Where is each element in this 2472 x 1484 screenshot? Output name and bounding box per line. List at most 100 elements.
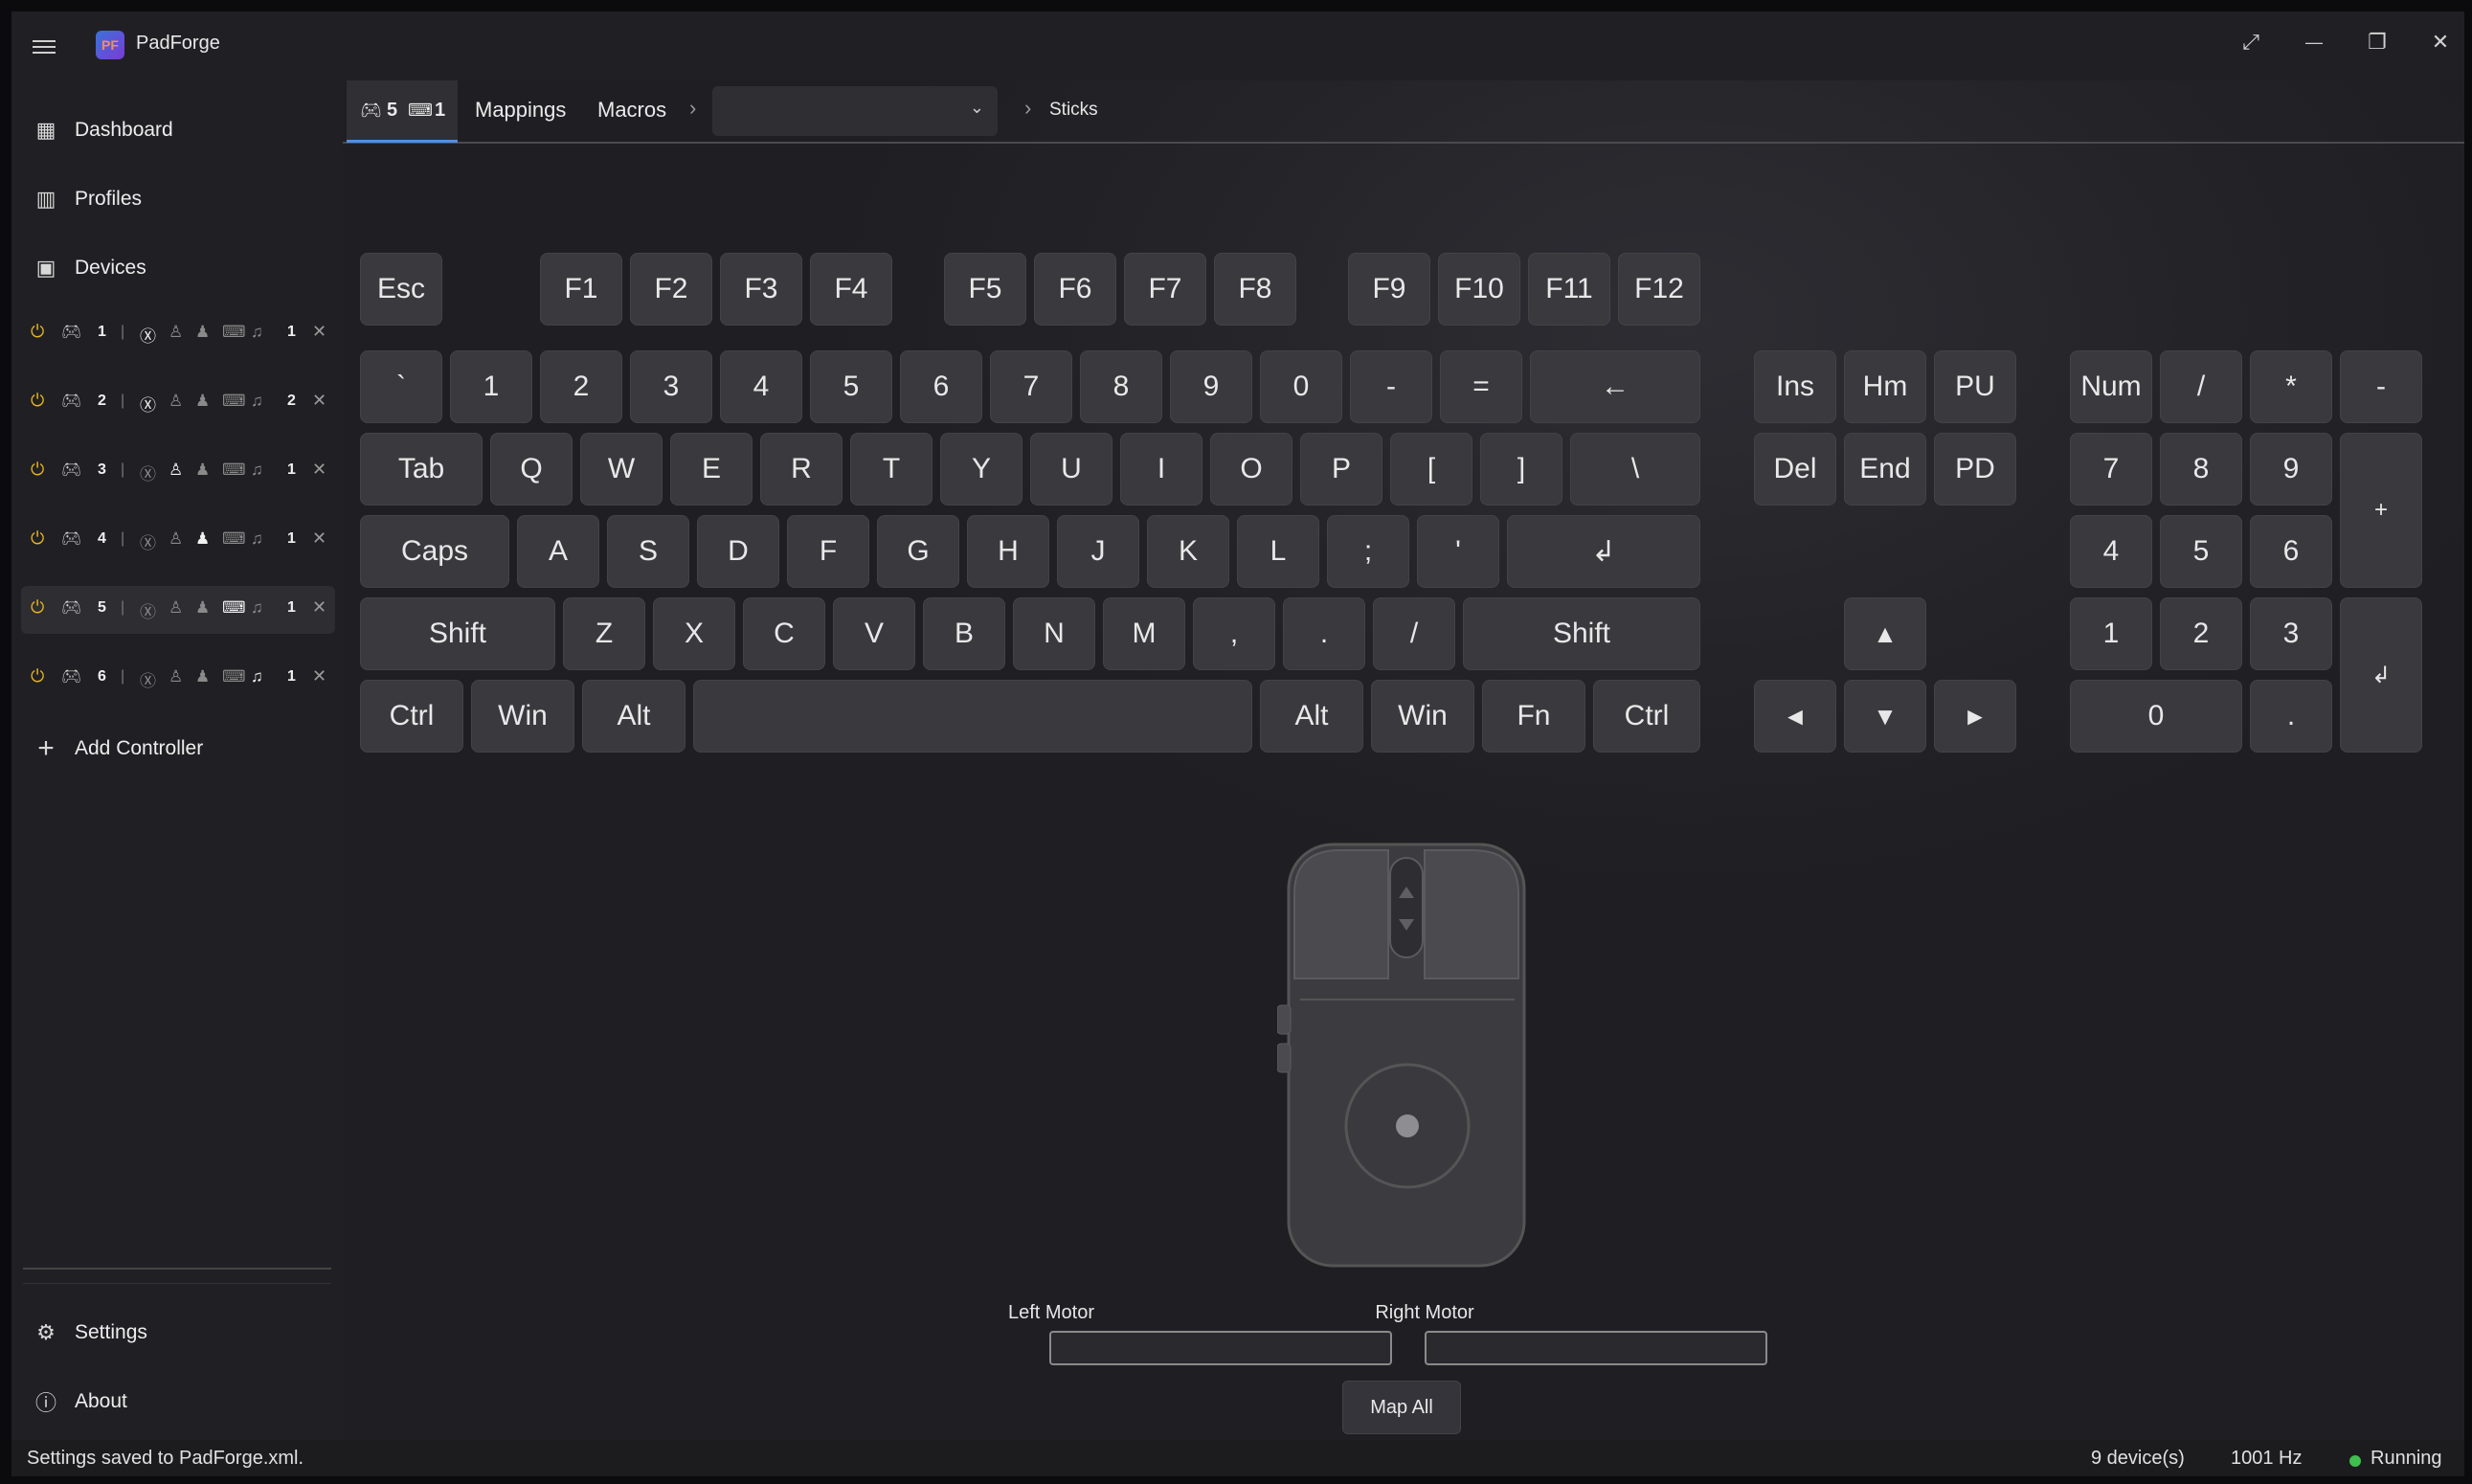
key-f7[interactable]: F7: [1124, 253, 1206, 326]
power-icon[interactable]: ⏻: [31, 460, 44, 480]
key-s[interactable]: S: [607, 515, 689, 588]
close-button[interactable]: ✕: [2413, 21, 2464, 63]
key-2[interactable]: 2: [540, 350, 622, 423]
key-num-9[interactable]: 9: [2250, 433, 2332, 506]
key-f2[interactable]: F2: [630, 253, 712, 326]
key-j[interactable]: J: [1057, 515, 1139, 588]
keyboard-mouse-icon[interactable]: ⌨: [222, 529, 246, 549]
key-right-bracket[interactable]: ]: [1480, 433, 1562, 506]
key-tab[interactable]: Tab: [360, 433, 483, 506]
key-right-ctrl[interactable]: Ctrl: [1593, 680, 1700, 753]
tab-device[interactable]: 🎮︎ 5 ⌨ 1: [347, 80, 458, 143]
generic-controller-icon[interactable]: ♟: [195, 392, 210, 411]
key-page-down[interactable]: PD: [1934, 433, 2016, 506]
key-fn[interactable]: Fn: [1482, 680, 1585, 753]
generic-controller-icon[interactable]: ♟: [195, 323, 210, 342]
key-right-win[interactable]: Win: [1371, 680, 1474, 753]
add-controller-button[interactable]: + Add Controller: [11, 722, 343, 776]
key-num-enter[interactable]: ↲: [2340, 597, 2422, 753]
key-b[interactable]: B: [923, 597, 1005, 670]
key-o[interactable]: O: [1210, 433, 1292, 506]
midi-icon[interactable]: ♫: [251, 323, 263, 342]
key-1[interactable]: 1: [450, 350, 532, 423]
remove-slot-icon[interactable]: ✕: [312, 597, 326, 618]
key-4[interactable]: 4: [720, 350, 802, 423]
remove-slot-icon[interactable]: ✕: [312, 391, 326, 411]
tab-macros[interactable]: Macros: [597, 80, 666, 140]
midi-icon[interactable]: ♫: [251, 598, 263, 618]
restore-button[interactable]: ❐: [2349, 21, 2405, 63]
xbox-icon[interactable]: Ⓧ: [140, 323, 156, 347]
key-y[interactable]: Y: [940, 433, 1023, 506]
key-equals[interactable]: =: [1440, 350, 1522, 423]
key-num-6[interactable]: 6: [2250, 515, 2332, 588]
key-g[interactable]: G: [877, 515, 959, 588]
key-a[interactable]: A: [517, 515, 599, 588]
key-backslash[interactable]: \: [1570, 433, 1700, 506]
key-f9[interactable]: F9: [1348, 253, 1430, 326]
key-arrow-left[interactable]: ◄: [1754, 680, 1836, 753]
key-page-up[interactable]: PU: [1934, 350, 2016, 423]
key-f5[interactable]: F5: [944, 253, 1026, 326]
minimize-button[interactable]: —: [2286, 21, 2342, 63]
key-numlock[interactable]: Num: [2070, 350, 2152, 423]
nav-settings[interactable]: ⚙ Settings: [11, 1306, 343, 1360]
midi-icon[interactable]: ♫: [251, 667, 263, 686]
key-w[interactable]: W: [580, 433, 663, 506]
controller-slot-1[interactable]: ⏻ 🎮︎ 1 | Ⓧ ♙ ♟ ⌨ ♫ 1 ✕: [21, 310, 335, 358]
key-left-shift[interactable]: Shift: [360, 597, 555, 670]
playstation-icon[interactable]: ♙: [169, 667, 183, 686]
power-icon[interactable]: ⏻: [31, 666, 44, 686]
key-num-2[interactable]: 2: [2160, 597, 2242, 670]
key-x[interactable]: X: [653, 597, 735, 670]
key-insert[interactable]: Ins: [1754, 350, 1836, 423]
key-left-win[interactable]: Win: [471, 680, 574, 753]
playstation-icon[interactable]: ♙: [169, 392, 183, 411]
map-all-button[interactable]: Map All: [1342, 1381, 1461, 1434]
key-num-4[interactable]: 4: [2070, 515, 2152, 588]
key-r[interactable]: R: [760, 433, 843, 506]
key-quote[interactable]: ': [1417, 515, 1499, 588]
keyboard-mouse-icon[interactable]: ⌨: [222, 461, 246, 480]
xbox-icon[interactable]: Ⓧ: [140, 392, 156, 416]
controller-slot-2[interactable]: ⏻ 🎮︎ 2 | Ⓧ ♙ ♟ ⌨ ♫ 2 ✕: [21, 379, 335, 427]
key-f6[interactable]: F6: [1034, 253, 1116, 326]
key-delete[interactable]: Del: [1754, 433, 1836, 506]
key-n[interactable]: N: [1013, 597, 1095, 670]
key-7[interactable]: 7: [990, 350, 1072, 423]
key-d[interactable]: D: [697, 515, 779, 588]
key-backspace[interactable]: ←: [1530, 350, 1700, 423]
keyboard-mouse-icon[interactable]: ⌨: [222, 667, 246, 686]
power-icon[interactable]: ⏻: [31, 528, 44, 549]
key-arrow-right[interactable]: ►: [1934, 680, 2016, 753]
key-v[interactable]: V: [833, 597, 915, 670]
key-comma[interactable]: ,: [1193, 597, 1275, 670]
key-h[interactable]: H: [967, 515, 1049, 588]
key-caps[interactable]: Caps: [360, 515, 509, 588]
key-enter[interactable]: ↲: [1507, 515, 1700, 588]
key-p[interactable]: P: [1300, 433, 1382, 506]
key-5[interactable]: 5: [810, 350, 892, 423]
key-f8[interactable]: F8: [1214, 253, 1296, 326]
key-0[interactable]: 0: [1260, 350, 1342, 423]
nav-profiles[interactable]: ▥ Profiles: [11, 172, 343, 226]
playstation-icon[interactable]: ♙: [169, 529, 183, 549]
keyboard-mouse-icon[interactable]: ⌨: [222, 323, 246, 342]
key-z[interactable]: Z: [563, 597, 645, 670]
key-num-0[interactable]: 0: [2070, 680, 2242, 753]
key-m[interactable]: M: [1103, 597, 1185, 670]
key-arrow-up[interactable]: ▲: [1844, 597, 1926, 670]
key-l[interactable]: L: [1237, 515, 1319, 588]
key-arrow-down[interactable]: ▼: [1844, 680, 1926, 753]
remove-slot-icon[interactable]: ✕: [312, 528, 326, 549]
key-num-divide[interactable]: /: [2160, 350, 2242, 423]
key-left-alt[interactable]: Alt: [582, 680, 685, 753]
keyboard-mouse-icon[interactable]: ⌨: [222, 392, 246, 411]
key-end[interactable]: End: [1844, 433, 1926, 506]
key-minus[interactable]: -: [1350, 350, 1432, 423]
controller-slot-4[interactable]: ⏻ 🎮︎ 4 | Ⓧ ♙ ♟ ⌨ ♫ 1 ✕: [21, 517, 335, 565]
key-c[interactable]: C: [743, 597, 825, 670]
keyboard-mouse-icon[interactable]: ⌨: [222, 598, 246, 618]
key-semicolon[interactable]: ;: [1327, 515, 1409, 588]
playstation-icon[interactable]: ♙: [169, 323, 183, 342]
